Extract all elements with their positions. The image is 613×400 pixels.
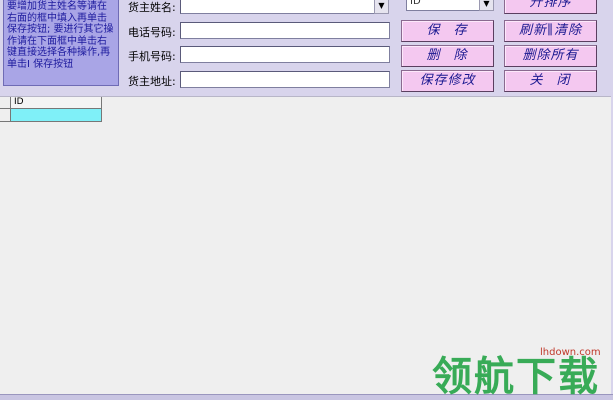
chevron-down-icon: ▼ (483, 0, 490, 8)
watermark-logo: 领航下载 lhdown.com (432, 340, 612, 400)
grid-column-header-id[interactable]: ID (11, 97, 102, 109)
mobile-label: 手机号码: (128, 50, 176, 63)
refresh-clear-button[interactable]: 刷新∥清除 (504, 20, 597, 42)
form-panel: 要增加货主姓名等请在右面的框中填入再单击保存按钮; 要进行其它操作请在下面框中单… (0, 0, 613, 96)
sort-ascending-button[interactable]: 升排序 (504, 0, 597, 14)
grid-row-selector[interactable] (0, 109, 11, 122)
phone-label: 电话号码: (128, 26, 176, 39)
owner-name-dropdown-button[interactable]: ▼ (374, 0, 389, 14)
owner-name-label: 货主姓名: (128, 1, 176, 14)
chevron-down-icon: ▼ (378, 1, 385, 10)
mobile-input[interactable] (180, 46, 390, 63)
table-row[interactable] (0, 109, 102, 122)
watermark-site: lhdown.com (540, 347, 601, 358)
close-button[interactable]: 关闭 (504, 70, 597, 92)
help-text-box: 要增加货主姓名等请在右面的框中填入再单击保存按钮; 要进行其它操作请在下面框中单… (3, 0, 119, 86)
save-changes-button[interactable]: 保存修改 (401, 70, 494, 92)
grid-header-row: ID (0, 97, 102, 109)
address-input[interactable] (180, 71, 390, 88)
save-button[interactable]: 保存 (401, 20, 494, 42)
address-label: 货主地址: (128, 75, 176, 88)
delete-all-button[interactable]: 删除所有 (504, 45, 597, 67)
sort-field-dropdown-button[interactable]: ▼ (479, 0, 494, 11)
grid-corner-cell[interactable] (0, 97, 11, 109)
grid-cell-id[interactable] (11, 109, 102, 122)
delete-button[interactable]: 删除 (401, 45, 494, 67)
phone-input[interactable] (180, 22, 390, 39)
owner-name-combobox[interactable] (180, 0, 389, 14)
